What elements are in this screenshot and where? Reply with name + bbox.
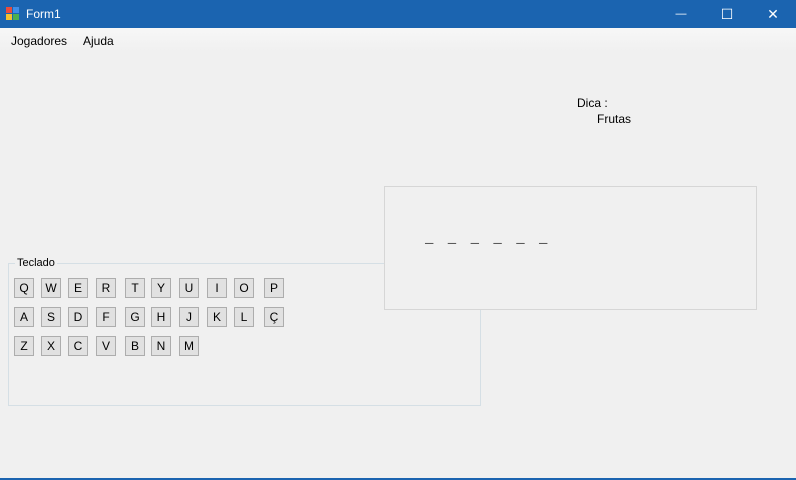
menu-bar: Jogadores Ajuda <box>0 28 796 52</box>
key-a[interactable]: A <box>14 307 34 327</box>
key-x[interactable]: X <box>41 336 61 356</box>
key-r[interactable]: R <box>96 278 116 298</box>
key-u[interactable]: U <box>179 278 199 298</box>
close-icon: ✕ <box>767 5 779 22</box>
hint-label: Dica : <box>577 96 608 110</box>
key-o[interactable]: O <box>234 278 254 298</box>
menu-jogadores[interactable]: Jogadores <box>11 34 67 48</box>
key-e[interactable]: E <box>68 278 88 298</box>
key-ç[interactable]: Ç <box>264 307 284 327</box>
menu-ajuda[interactable]: Ajuda <box>83 34 114 48</box>
key-y[interactable]: Y <box>151 278 171 298</box>
key-d[interactable]: D <box>68 307 88 327</box>
maximize-button[interactable]: ☐ <box>704 0 750 28</box>
key-c[interactable]: C <box>68 336 88 356</box>
key-s[interactable]: S <box>41 307 61 327</box>
minimize-icon: — <box>675 8 687 20</box>
masked-word: _ _ _ _ _ _ <box>425 231 551 247</box>
key-j[interactable]: J <box>179 307 199 327</box>
key-b[interactable]: B <box>125 336 145 356</box>
title-bar: Form1 — ☐ ✕ <box>0 0 796 28</box>
minimize-button[interactable]: — <box>658 0 704 28</box>
key-p[interactable]: P <box>264 278 284 298</box>
close-button[interactable]: ✕ <box>750 0 796 28</box>
keyboard-legend: Teclado <box>15 257 57 269</box>
word-panel: _ _ _ _ _ _ <box>384 186 757 310</box>
maximize-icon: ☐ <box>720 5 734 22</box>
key-i[interactable]: I <box>207 278 227 298</box>
key-v[interactable]: V <box>96 336 116 356</box>
key-q[interactable]: Q <box>14 278 34 298</box>
key-w[interactable]: W <box>41 278 61 298</box>
key-h[interactable]: H <box>151 307 171 327</box>
key-k[interactable]: K <box>207 307 227 327</box>
window-title: Form1 <box>26 7 61 21</box>
key-n[interactable]: N <box>151 336 171 356</box>
key-l[interactable]: L <box>234 307 254 327</box>
key-m[interactable]: M <box>179 336 199 356</box>
key-z[interactable]: Z <box>14 336 34 356</box>
hint-value: Frutas <box>597 112 632 126</box>
key-f[interactable]: F <box>96 307 116 327</box>
app-icon <box>6 7 20 21</box>
key-t[interactable]: T <box>125 278 145 298</box>
key-g[interactable]: G <box>125 307 145 327</box>
